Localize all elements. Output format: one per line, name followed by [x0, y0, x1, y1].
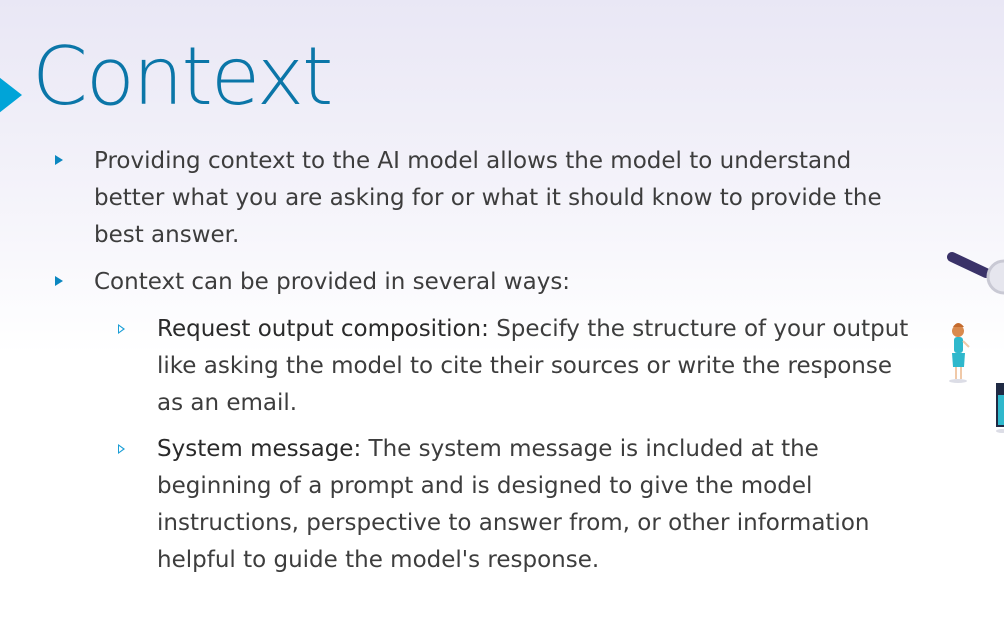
bullet-list: Providing context to the AI model allows… [55, 143, 915, 589]
bullet-text: Providing context to the AI model allows… [94, 148, 882, 248]
people-illustration [944, 245, 1004, 445]
sub-bullet-icon [118, 324, 125, 334]
bullet-item: Providing context to the AI model allows… [55, 143, 915, 254]
bullet-item: Context can be provided in several ways:… [55, 264, 915, 579]
sub-bullet-list: Request output composition: Specify the … [94, 311, 915, 579]
slide-title: Context [32, 30, 333, 123]
bullet-text: Context can be provided in several ways: [94, 269, 571, 295]
sub-bullet-term: Request output composition: [157, 316, 489, 342]
sub-bullet-icon [118, 444, 125, 454]
sub-bullet-term: System message: [157, 436, 362, 462]
slide: Context Providing context to the AI mode… [0, 0, 1004, 644]
sub-bullet-item: System message: The system message is in… [118, 431, 915, 579]
bullet-icon [55, 276, 63, 286]
bullet-icon [55, 155, 63, 165]
sub-bullet-item: Request output composition: Specify the … [118, 311, 915, 422]
title-marker-icon [0, 70, 22, 120]
